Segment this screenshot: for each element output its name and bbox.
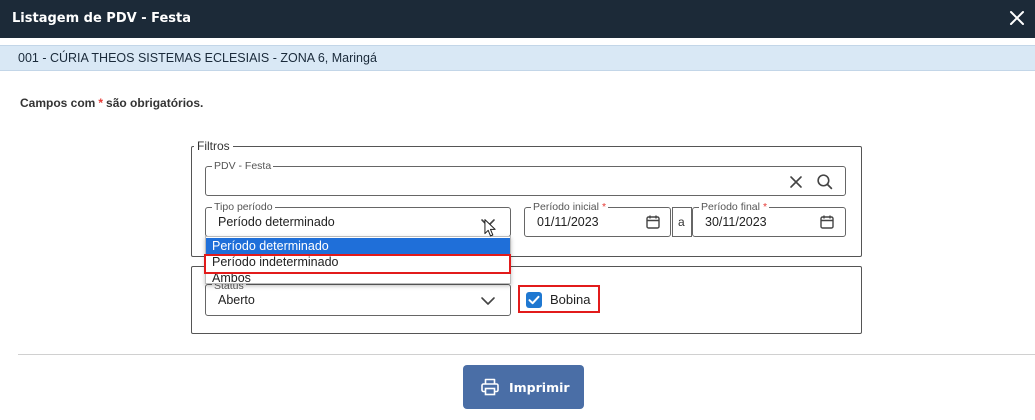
organization-bar: 001 - CÚRIA THEOS SISTEMAS ECLESIAIS - Z… [0,45,1035,71]
periodo-inicial-field[interactable]: Período inicial * 01/11/2023 [524,200,671,237]
mouse-cursor-icon [484,219,496,237]
periodo-final-required-star: * [762,201,768,213]
tipo-periodo-option-indeterminado[interactable]: Período indeterminado [206,254,510,270]
periodo-inicial-required-star: * [601,201,607,213]
periodo-final-label: Período final * [699,200,770,214]
filters-legend: Filtros [197,139,230,153]
periodo-final-value: 30/11/2023 [705,215,767,229]
print-button-label: Imprimir [509,380,570,395]
bobina-checkbox[interactable] [526,292,542,308]
dialog-titlebar: Listagem de PDV - Festa [0,0,1035,38]
periodo-final-label-text: Período final [701,201,760,213]
tipo-periodo-label: Tipo período [212,200,275,214]
status-value: Aberto [218,293,255,307]
footer-divider [18,354,1035,355]
bobina-checkbox-container[interactable]: Bobina [522,290,598,310]
tipo-periodo-dropdown: Período determinado Período indeterminad… [205,236,511,284]
printer-icon [481,378,499,396]
required-fields-note: Campos com * são obrigatórios. [20,96,203,110]
periodo-inicial-value: 01/11/2023 [537,215,599,229]
tipo-periodo-option-ambos[interactable]: Ambos [206,270,510,283]
dialog-title: Listagem de PDV - Festa [12,11,192,26]
tipo-periodo-value: Período determinado [218,215,335,229]
tipo-periodo-option-determinado[interactable]: Período determinado [206,238,510,254]
checkmark-icon [528,295,540,305]
calendar-icon[interactable] [819,214,835,230]
calendar-icon[interactable] [645,214,661,230]
clear-icon[interactable] [788,174,804,190]
required-note-prefix: Campos com [20,96,96,110]
organization-name: 001 - CÚRIA THEOS SISTEMAS ECLESIAIS - Z… [18,51,377,65]
periodo-inicial-label-text: Período inicial [533,201,599,213]
period-separator-box: a [672,207,692,237]
pdv-festa-field[interactable]: PDV - Festa [205,159,846,196]
pdv-festa-label: PDV - Festa [212,159,274,173]
required-note-suffix: são obrigatórios. [106,96,204,110]
search-icon[interactable] [816,173,833,190]
chevron-down-icon[interactable] [480,293,496,309]
tipo-periodo-select[interactable]: Tipo período Período determinado [205,200,511,237]
period-separator: a [678,215,685,229]
print-button[interactable]: Imprimir [463,365,584,409]
required-star: * [98,96,104,110]
bobina-label: Bobina [550,292,591,307]
status-select[interactable]: Status Aberto [205,279,511,316]
close-icon[interactable] [1005,6,1029,30]
periodo-inicial-label: Período inicial * [531,200,609,214]
periodo-final-field[interactable]: Período final * 30/11/2023 [692,200,846,237]
